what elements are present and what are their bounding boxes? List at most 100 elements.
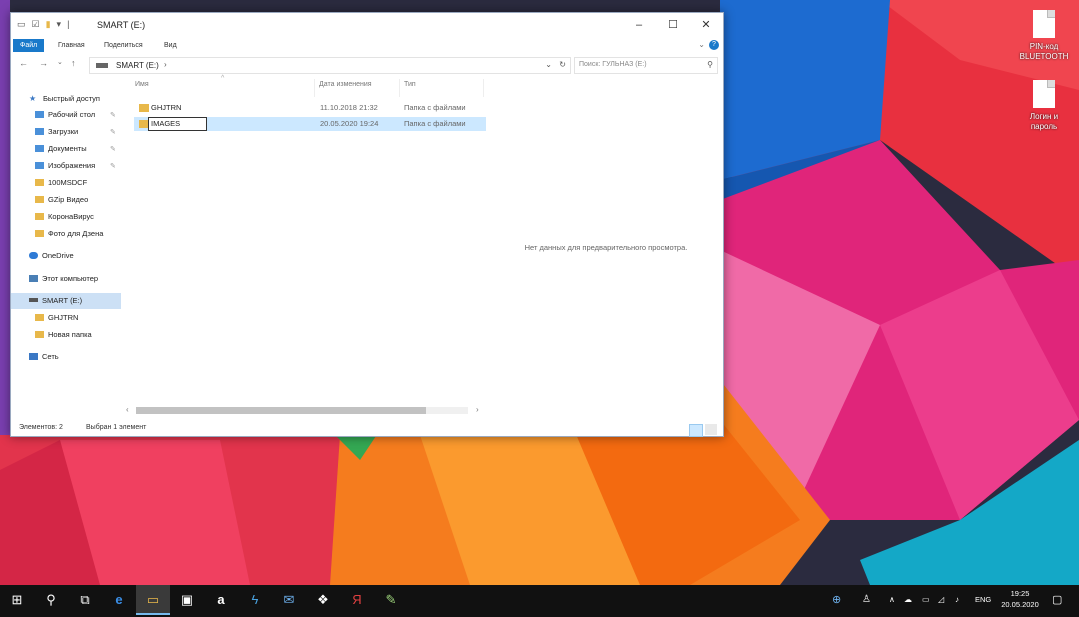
file-row[interactable]: GHJTRN 11.10.2018 21:32 Папка с файлами [134,101,486,115]
tab-share[interactable]: Поделиться [97,39,150,52]
large-icons-view-icon[interactable] [705,424,717,435]
mail-icon[interactable]: ✉ [272,585,306,615]
volume-icon[interactable]: ♪ [955,585,959,615]
customize-dropdown-icon[interactable]: ▾ [57,19,62,30]
desktop-icon-pin-code[interactable]: PIN-код BLUETOOTH [1014,10,1074,62]
show-hidden-icons[interactable]: ∧ [889,585,895,615]
edge-browser-icon[interactable]: e [102,585,136,615]
new-folder-icon[interactable]: ▮ [46,19,51,30]
nav-item-gzip-video[interactable]: GZip Видео [35,192,88,208]
app-paint-icon[interactable]: ✎ [374,585,408,615]
nav-drive-smart[interactable]: SMART (E:) [11,293,121,309]
help-icon[interactable]: ? [709,40,719,50]
close-button[interactable]: ✕ [691,16,721,34]
tab-view[interactable]: Вид [157,39,184,52]
help-tray-icon[interactable]: ⊕ [832,585,841,615]
nav-label: КоронаВирус [48,212,94,221]
network-tray-icon[interactable]: ◿ [938,585,944,615]
title-bar[interactable]: ▭ ☑ ▮ ▾ | SMART (E:) – ☐ ✕ [11,13,723,37]
column-divider[interactable] [314,79,315,97]
file-row-selected[interactable]: IMAGES 20.05.2020 19:24 Папка с файлами [134,117,486,131]
nav-item-documents[interactable]: Документы [35,141,87,157]
column-header-date[interactable]: Дата изменения [319,81,372,97]
nav-this-pc[interactable]: Этот компьютер [29,271,98,287]
maximize-button[interactable]: ☐ [658,16,688,34]
nav-network[interactable]: Сеть [29,349,59,365]
nav-item-100msdcf[interactable]: 100MSDCF [35,175,87,191]
dropbox-icon[interactable]: ❖ [306,585,340,615]
horizontal-scrollbar[interactable]: ‹ › [124,405,487,415]
tab-home[interactable]: Главная [51,39,92,52]
minimize-button[interactable]: – [624,16,654,34]
nav-item-coronavirus[interactable]: КоронаВирус [35,209,94,225]
nav-label: Изображения [48,161,96,170]
address-dropdown-icon[interactable]: ⌄ [545,60,552,69]
folder-icon [35,314,44,321]
nav-quick-access[interactable]: ★ Быстрый доступ [29,91,100,107]
back-icon[interactable]: ← [19,58,28,68]
separator: | [67,19,70,29]
rename-input[interactable]: IMAGES [148,117,207,131]
column-header-name[interactable]: Имя [135,81,149,97]
documents-folder-icon [35,145,44,152]
nav-label: Фото для Дзена [48,229,104,238]
tab-file[interactable]: Файл [13,39,45,52]
scroll-right-icon[interactable]: › [476,405,479,414]
star-icon: ★ [29,94,37,103]
nav-onedrive[interactable]: OneDrive [29,248,74,264]
desktop-icon-label: PIN-код [1029,42,1059,51]
cloud-icon [29,252,38,259]
nav-item-downloads[interactable]: Загрузки [35,124,78,140]
address-bar[interactable]: SMART (E:) › ⌄ ↻ [89,57,571,74]
file-explorer-icon[interactable]: ▭ [136,585,170,615]
search-box[interactable]: Поиск: ГУЛЬНАЗ (E:) ⚲ [574,57,718,74]
nav-label: GHJTRN [48,313,79,322]
folder-icon [35,230,44,237]
pin-icon[interactable]: ✎ [110,145,116,153]
breadcrumb-separator[interactable]: › [164,60,167,69]
preview-pane-message: Нет данных для предварительного просмотр… [524,243,688,252]
windows-start-icon[interactable]: ⊞ [0,585,34,615]
status-bar: Элементов: 2 Выбран 1 элемент [11,420,723,437]
column-header-type[interactable]: Тип [404,81,416,97]
folder-icon [139,104,149,112]
nav-item-pictures[interactable]: Изображения [35,158,95,174]
up-icon[interactable]: ↑ [71,58,76,68]
desktop-icon-login-password[interactable]: Логин и пароль [1014,80,1074,132]
people-icon[interactable]: ♙ [862,585,871,615]
ribbon-expand-icon[interactable]: ⌄ [698,40,705,49]
details-view-icon[interactable] [689,424,703,437]
amazon-icon[interactable]: a [204,585,238,615]
nav-item-ghjtrn[interactable]: GHJTRN [35,310,78,326]
refresh-icon[interactable]: ↻ [559,60,566,69]
onedrive-tray-icon[interactable]: ☁ [904,585,912,615]
scroll-thumb[interactable] [136,407,426,414]
text-file-icon [1033,10,1055,38]
forward-icon[interactable]: → [39,58,48,68]
file-name: GHJTRN [151,103,182,112]
nav-label: OneDrive [42,251,74,260]
yandex-browser-icon[interactable]: Я [340,585,374,615]
nav-item-new-folder[interactable]: Новая папка [35,327,92,343]
desktop-folder-icon [35,111,44,118]
app-lightning-icon[interactable]: ϟ [238,585,272,615]
action-center-icon[interactable]: ▢ [1052,585,1062,615]
properties-icon[interactable]: ☑ [32,19,40,30]
scroll-left-icon[interactable]: ‹ [126,405,129,414]
battery-icon[interactable]: ▭ [922,585,930,615]
clock[interactable]: 19:25 20.05.2020 [997,588,1043,610]
search-icon[interactable]: ⚲ [34,585,68,615]
store-icon[interactable]: ▣ [170,585,204,615]
pin-icon[interactable]: ✎ [110,162,116,170]
nav-item-zen-photos[interactable]: Фото для Дзена [35,226,103,242]
desktop-icon-label: Логин и [1029,112,1059,121]
recent-locations-icon[interactable]: ⌄ [57,58,63,66]
column-divider[interactable] [483,79,484,97]
column-divider[interactable] [399,79,400,97]
pin-icon[interactable]: ✎ [110,128,116,136]
language-indicator[interactable]: ENG [975,585,991,615]
pin-icon[interactable]: ✎ [110,111,116,119]
nav-item-desktop[interactable]: Рабочий стол [35,107,95,123]
task-view-icon[interactable]: ⧉ [68,585,102,615]
address-row: ← → ⌄ ↑ SMART (E:) › ⌄ ↻ Поиск: ГУЛЬНАЗ … [11,55,723,75]
